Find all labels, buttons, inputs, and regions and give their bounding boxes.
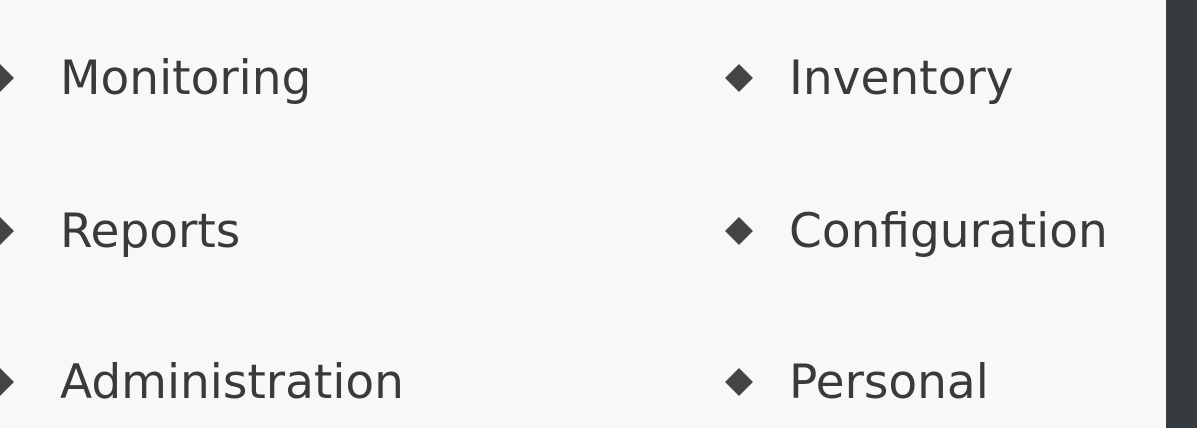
diamond-bullet-icon [724, 367, 754, 397]
menu-item-label: Administration [60, 354, 404, 410]
main-menu: Monitoring Reports Administration Invent… [0, 0, 1166, 428]
menu-item-label: Inventory [789, 50, 1014, 106]
diamond-bullet-icon [0, 63, 15, 93]
diamond-bullet-icon [724, 63, 754, 93]
menu-item-personal[interactable]: Personal [724, 342, 989, 422]
diamond-bullet-icon [0, 216, 15, 246]
side-panel [1166, 0, 1197, 428]
menu-item-monitoring[interactable]: Monitoring [0, 38, 311, 118]
menu-item-label: Reports [60, 203, 241, 259]
menu-item-configuration[interactable]: Configuration [724, 191, 1108, 271]
menu-item-label: Monitoring [60, 50, 312, 106]
menu-item-inventory[interactable]: Inventory [724, 38, 1014, 118]
menu-screen: Monitoring Reports Administration Invent… [0, 0, 1197, 428]
menu-item-administration[interactable]: Administration [0, 342, 404, 422]
diamond-bullet-icon [0, 367, 15, 397]
menu-item-label: Configuration [789, 203, 1108, 259]
menu-item-label: Personal [789, 354, 989, 410]
menu-item-reports[interactable]: Reports [0, 191, 240, 271]
diamond-bullet-icon [724, 216, 754, 246]
